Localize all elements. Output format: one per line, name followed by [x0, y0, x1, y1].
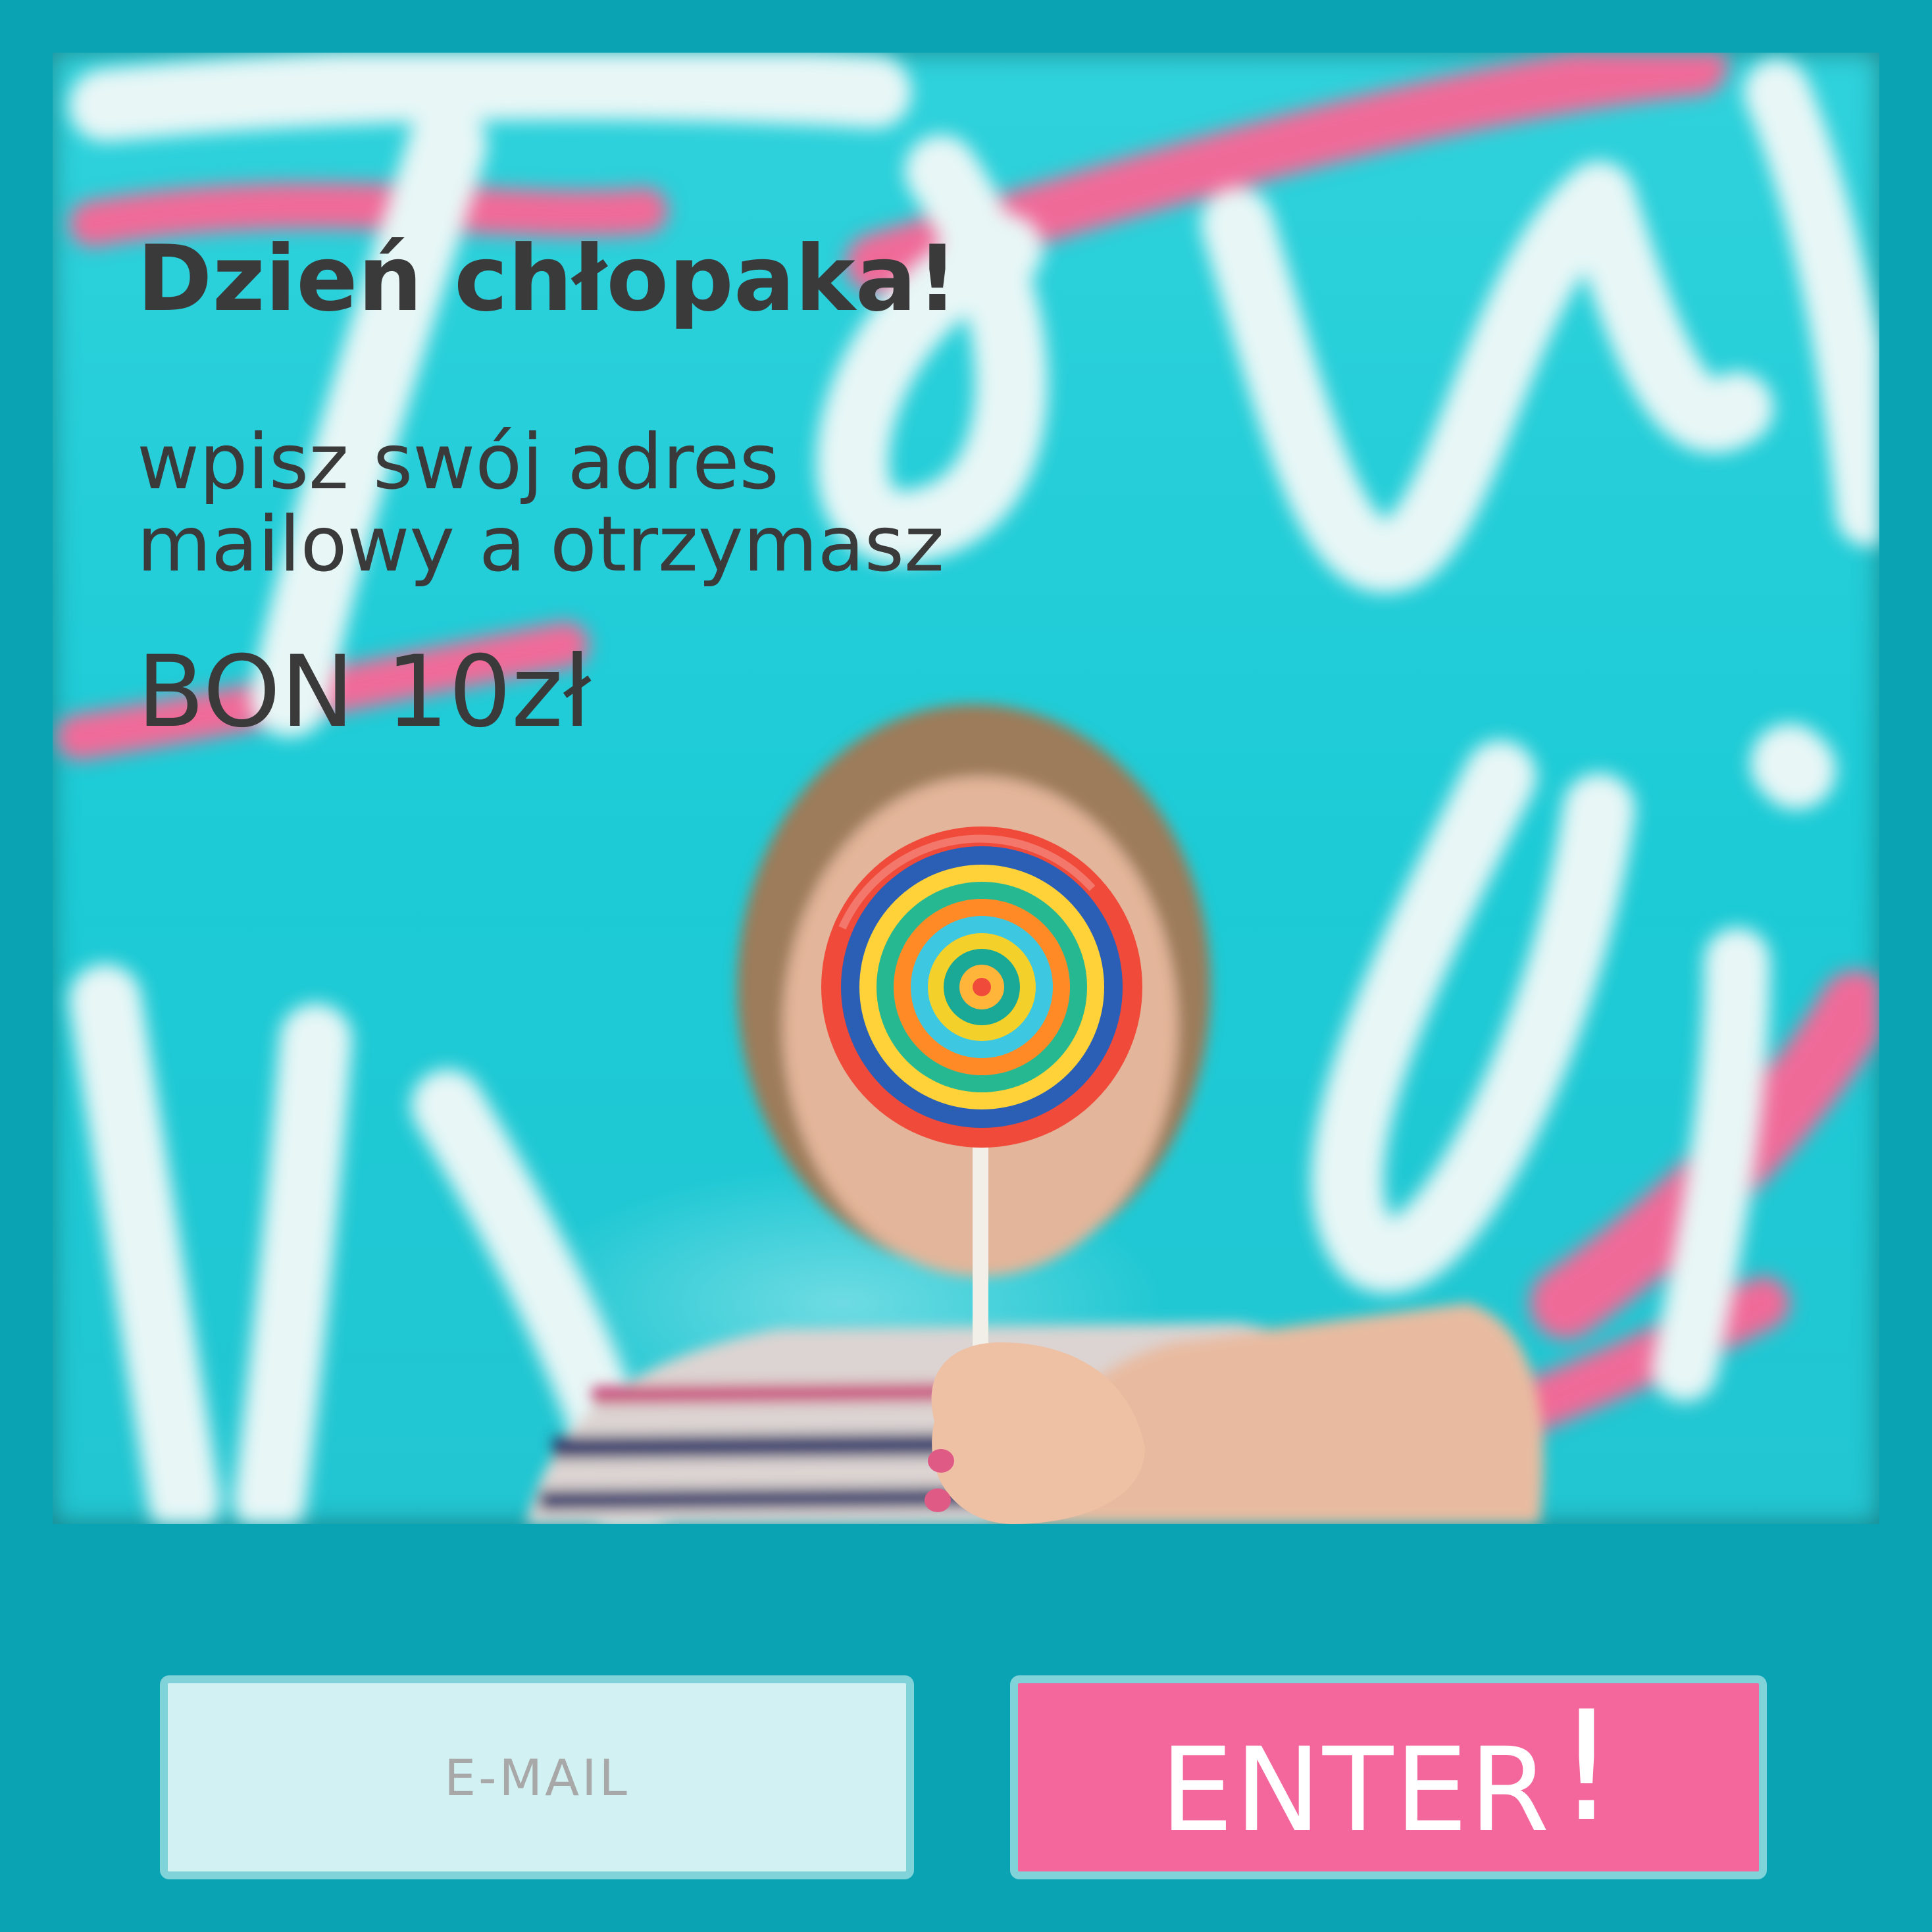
- fingernail: [928, 1449, 954, 1473]
- enter-button-label: ENTER: [1159, 1723, 1551, 1858]
- voucher-amount: BON 10zł: [137, 635, 592, 750]
- promo-description-line-1: wpisz swój adres: [137, 418, 779, 507]
- enter-button-exclamation: !: [1556, 1679, 1617, 1855]
- hero-photo: Dzień chłopaka! wpisz swój adres mailowy…: [53, 53, 1879, 1524]
- promo-headline: Dzień chłopaka!: [137, 226, 958, 332]
- email-input[interactable]: [168, 1683, 906, 1872]
- promo-description: wpisz swój adres mailowy a otrzymasz: [137, 421, 944, 586]
- promo-description-line-2: mailowy a otrzymasz: [137, 500, 944, 590]
- fingernail: [925, 1488, 951, 1512]
- email-field-box[interactable]: [160, 1675, 914, 1879]
- enter-button[interactable]: ENTER!: [1010, 1675, 1767, 1879]
